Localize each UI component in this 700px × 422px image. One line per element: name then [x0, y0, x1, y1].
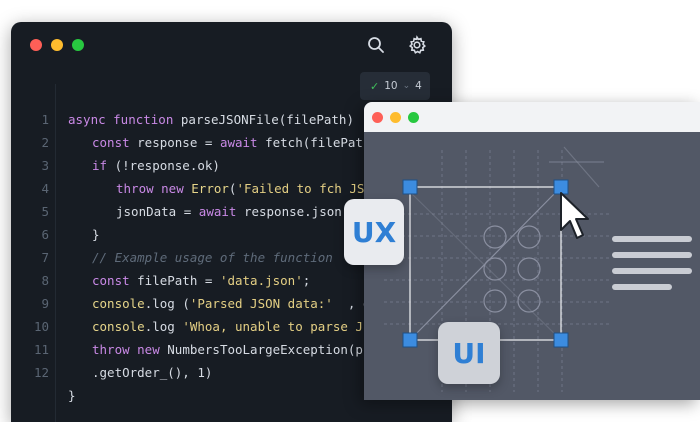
line-number: 11: [33, 342, 49, 357]
text-placeholder-line: [612, 284, 672, 290]
code-text: }: [68, 388, 76, 403]
maximize-window-button[interactable]: [72, 39, 84, 51]
code-text: if (!response.ok): [92, 158, 220, 173]
line-number: 3: [41, 158, 49, 173]
code-text: console.log ('Parsed JSON data:' , d: [92, 296, 371, 311]
browser-titlebar: [364, 102, 700, 132]
wireframe-illustration: [384, 146, 609, 392]
line-number: 5: [41, 204, 49, 219]
search-icon[interactable]: [365, 34, 387, 56]
line-number: 8: [41, 273, 49, 288]
browser-minimize-button[interactable]: [390, 112, 401, 123]
code-text: jsonData = await response.json(): [116, 204, 357, 219]
check-icon: ✓: [370, 79, 380, 93]
line-number: 4: [41, 181, 49, 196]
line-number: 7: [41, 250, 49, 265]
code-text: .getOrder_(), 1): [92, 365, 213, 380]
gear-icon[interactable]: [406, 34, 428, 56]
code-text: // Example usage of the function: [92, 250, 333, 265]
other-count: 4: [415, 80, 422, 92]
close-window-button[interactable]: [30, 39, 42, 51]
line-number: 10: [33, 319, 49, 334]
editor-titlebar: [11, 22, 452, 66]
text-placeholder-line: [612, 236, 692, 242]
line-number: 2: [41, 135, 49, 150]
code-text: throw new NumbersTooLargeException(p: [92, 342, 363, 357]
line-number: 6: [41, 227, 49, 242]
minimize-window-button[interactable]: [51, 39, 63, 51]
gutter-divider: [55, 84, 56, 422]
code-text: console.log 'Whoa, unable to parse J: [92, 319, 363, 334]
line-number: 9: [41, 296, 49, 311]
text-placeholder-line: [612, 268, 692, 274]
browser-maximize-button[interactable]: [408, 112, 419, 123]
ux-badge: UX: [344, 199, 404, 265]
design-browser-window: [364, 102, 700, 400]
line-number: 12: [33, 365, 49, 380]
status-badge: ✓ 10 ⌄ 4: [360, 72, 430, 100]
code-text: const response = await fetch(filePat: [92, 135, 363, 150]
design-canvas[interactable]: [364, 132, 700, 400]
browser-close-button[interactable]: [372, 112, 383, 123]
chevron-down-icon: ⌄: [402, 81, 411, 91]
ui-badge: UI: [438, 322, 500, 384]
check-count: 10: [384, 80, 398, 92]
code-text: throw new Error('Failed to fch JS: [116, 181, 365, 196]
line-number: 1: [41, 112, 49, 127]
text-placeholder-line: [612, 252, 692, 258]
code-text: }: [92, 227, 100, 242]
pointer-cursor-icon: [558, 190, 592, 248]
code-text: const filePath = 'data.json';: [92, 273, 311, 288]
code-text: async function parseJSONFile(filePath): [68, 112, 362, 127]
